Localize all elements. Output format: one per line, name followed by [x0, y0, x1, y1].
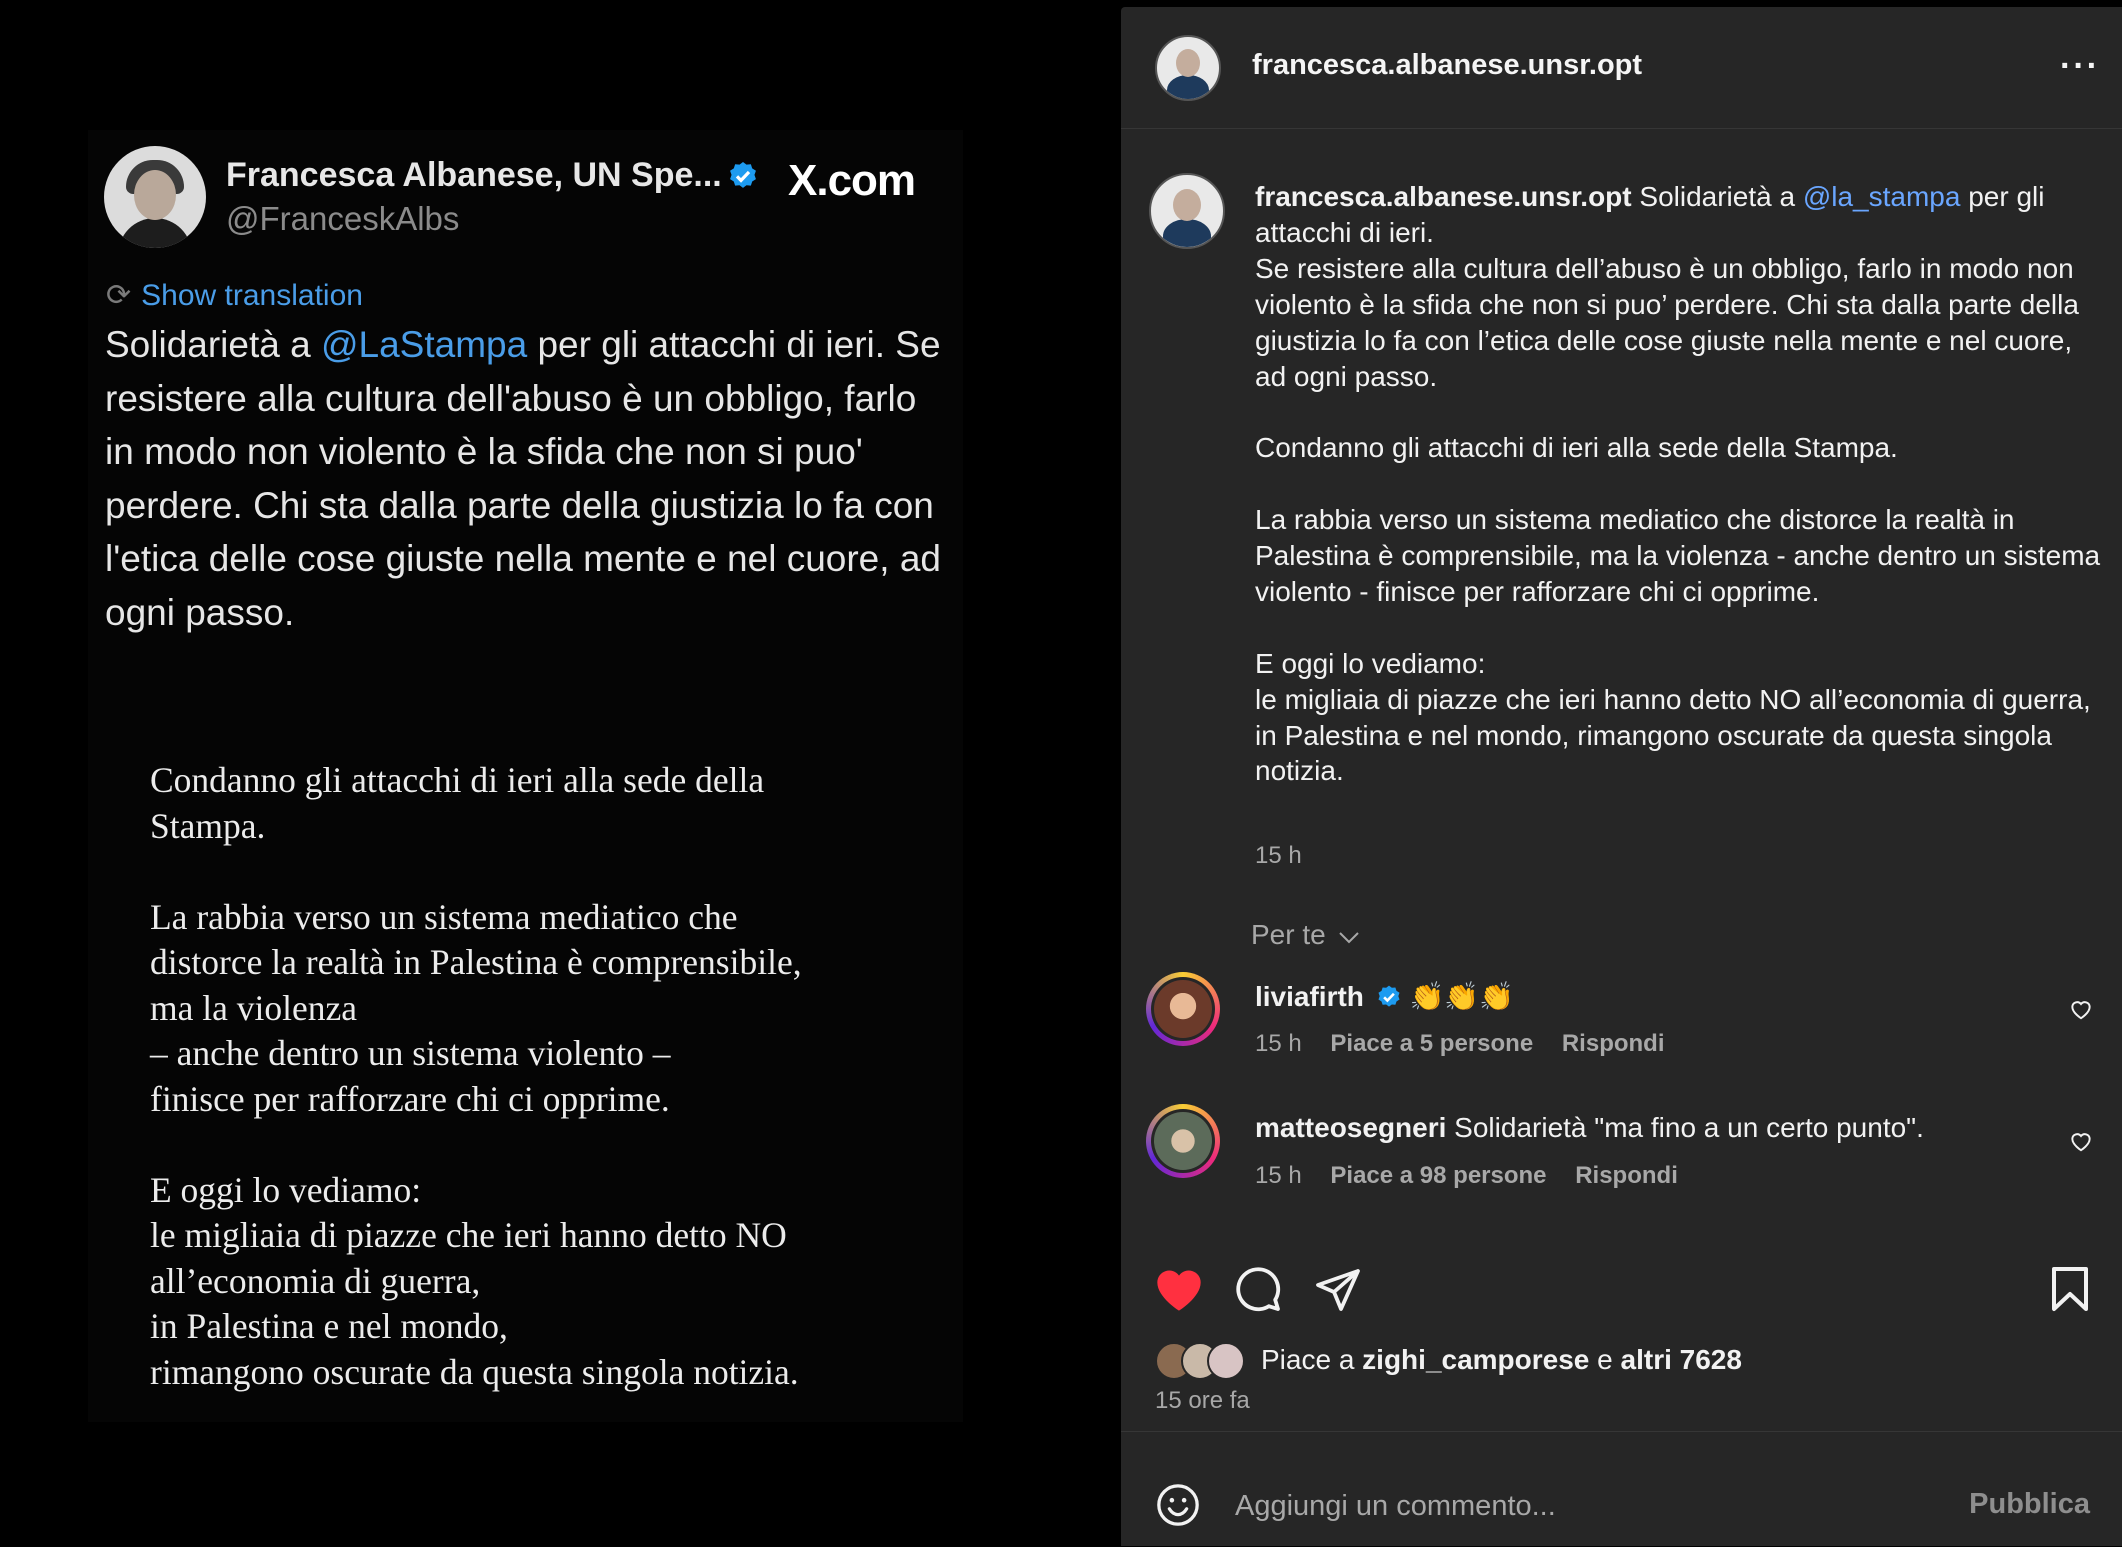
comment-item: matteosegneri Solidarietà "ma fino a un … — [1121, 1104, 2122, 1204]
commenter-username[interactable]: matteosegneri — [1255, 1112, 1446, 1143]
profile-avatar[interactable] — [1155, 35, 1221, 101]
tweet-author-name: Francesca Albanese, UN Spe... — [226, 156, 722, 194]
publish-button[interactable]: Pubblica — [1969, 1488, 2090, 1521]
comment-icon[interactable] — [1234, 1265, 1282, 1313]
post-username[interactable]: francesca.albanese.unsr.opt — [1252, 49, 1642, 82]
comment-item: liviafirth 👏👏👏 15 h Piace a 5 persone Ri… — [1121, 972, 2122, 1072]
comment-text: matteosegneri Solidarietà "ma fino a un … — [1255, 1112, 1924, 1143]
add-comment-bar: Aggiungi un commento... Pubblica — [1121, 1431, 2122, 1547]
emoji-icon[interactable] — [1155, 1482, 1201, 1528]
post-caption: francesca.albanese.unsr.opt Solidarietà … — [1255, 181, 2101, 787]
show-translation-link: ⟳ Show translation — [106, 279, 363, 312]
comment-time: 15 h — [1255, 1030, 1302, 1057]
comment-meta: 15 h Piace a 5 persone Rispondi — [1255, 1030, 1687, 1058]
commenter-avatar[interactable] — [1146, 972, 1220, 1046]
verified-badge-icon — [730, 162, 756, 188]
caption-mention-link[interactable]: @la_stampa — [1803, 181, 1961, 212]
post-header: francesca.albanese.unsr.opt ··· — [1121, 7, 2122, 129]
chevron-down-icon — [1339, 931, 1360, 944]
caption-timestamp: 15 h — [1255, 842, 1302, 869]
bookmark-icon[interactable] — [2048, 1265, 2092, 1313]
reply-button[interactable]: Rispondi — [1575, 1162, 1678, 1189]
tweet-text: Solidarietà a @LaStampa per gli attacchi… — [105, 324, 941, 633]
share-send-icon[interactable] — [1314, 1265, 1362, 1313]
comment-text: liviafirth 👏👏👏 — [1255, 981, 1515, 1012]
x-logo-text: X.com — [788, 156, 916, 205]
heart-outline-icon[interactable] — [2068, 996, 2094, 1022]
reply-button[interactable]: Rispondi — [1562, 1030, 1665, 1057]
instagram-post-panel: francesca.albanese.unsr.opt ··· francesc… — [1121, 7, 2122, 1546]
more-options-button[interactable]: ··· — [2060, 47, 2100, 86]
comment-filter-dropdown[interactable]: Per te — [1251, 919, 1361, 951]
likes-text[interactable]: Piace a zighi_camporese e altri 7628 — [1261, 1344, 1742, 1376]
commenter-username[interactable]: liviafirth — [1255, 981, 1364, 1012]
translate-icon: ⟳ — [106, 279, 132, 312]
tweet-attached-statement: Condanno gli attacchi di ieri alla sede … — [150, 760, 802, 1392]
caption-avatar[interactable] — [1149, 173, 1225, 249]
commenter-avatar[interactable] — [1146, 1104, 1220, 1178]
post-actions-bar — [1121, 1257, 2122, 1317]
comment-time: 15 h — [1255, 1162, 1302, 1189]
tweet-avatar — [104, 146, 206, 248]
tweet-screenshot: Francesca Albanese, UN Spe... @FranceskA… — [88, 130, 963, 1422]
heart-outline-icon[interactable] — [2068, 1128, 2094, 1154]
heart-filled-icon[interactable] — [1153, 1265, 1205, 1313]
verified-badge-icon — [1378, 985, 1400, 1007]
caption-username[interactable]: francesca.albanese.unsr.opt — [1255, 181, 1632, 212]
liker-avatar — [1207, 1342, 1245, 1380]
comment-likes-link[interactable]: Piace a 5 persone — [1330, 1030, 1533, 1057]
tweet-handle: @FranceskAlbs — [226, 200, 460, 237]
comment-likes-link[interactable]: Piace a 98 persone — [1330, 1162, 1546, 1189]
comment-meta: 15 h Piace a 98 persone Rispondi — [1255, 1162, 1700, 1190]
tweet-mention: @LaStampa — [320, 324, 528, 365]
post-timestamp: 15 ore fa — [1155, 1387, 1250, 1414]
comment-input[interactable]: Aggiungi un commento... — [1235, 1490, 1556, 1523]
